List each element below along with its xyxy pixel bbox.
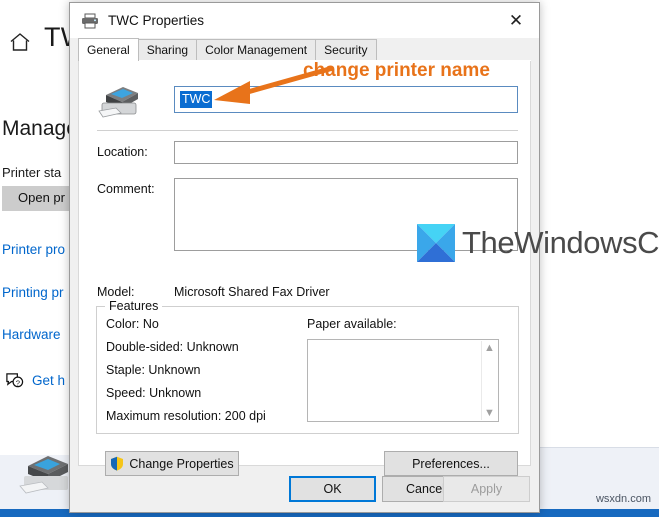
background-manage-heading: Manage: [2, 117, 78, 140]
svg-text:?: ?: [16, 378, 20, 387]
background-link-hardware[interactable]: Hardware: [2, 327, 61, 342]
feature-staple: Staple: Unknown: [106, 363, 201, 377]
paper-available-list[interactable]: ▲ ▼: [307, 339, 499, 422]
model-value: Microsoft Shared Fax Driver: [174, 285, 330, 299]
location-label: Location:: [97, 145, 148, 159]
divider: [97, 130, 518, 131]
printer-name-input[interactable]: TWC: [174, 86, 518, 113]
feature-speed: Speed: Unknown: [106, 386, 202, 400]
chevron-down-icon[interactable]: ▼: [484, 408, 495, 419]
feature-double-sided: Double-sided: Unknown: [106, 340, 239, 354]
feature-color: Color: No: [106, 317, 159, 331]
apply-button: Apply: [443, 476, 530, 502]
feature-maximum-resolution: Maximum resolution: 200 dpi: [106, 409, 266, 423]
printer-properties-dialog: TWC Properties ✕ General Sharing Color M…: [69, 2, 540, 513]
tab-sharing[interactable]: Sharing: [137, 39, 198, 61]
printer-name-value: TWC: [180, 91, 213, 108]
background-link-get-help[interactable]: Get h: [32, 373, 65, 388]
location-input[interactable]: [174, 141, 518, 164]
background-link-printer-properties[interactable]: Printer pro: [2, 242, 65, 257]
chevron-up-icon[interactable]: ▲: [484, 343, 495, 354]
comment-input[interactable]: [174, 178, 518, 251]
help-chat-icon: ?: [6, 373, 24, 388]
printer-icon: [82, 13, 98, 28]
model-label: Model:: [97, 285, 135, 299]
dialog-titlebar: TWC Properties ✕: [70, 3, 539, 38]
ok-button[interactable]: OK: [289, 476, 376, 502]
dialog-footer: OK Cancel Apply: [70, 466, 539, 512]
wsxdn-watermark: wsxdn.com: [595, 493, 651, 505]
features-title: Features: [105, 299, 163, 313]
general-tab-page: TWC Location: Comment: Model: Microsoft …: [78, 61, 531, 476]
close-icon[interactable]: ✕: [493, 3, 539, 38]
background-printer-status-label: Printer sta: [2, 165, 62, 180]
screenshot-root: TW Manage Printer sta Open pr Printer pr…: [0, 0, 659, 517]
dialog-title: TWC Properties: [108, 13, 205, 28]
home-icon[interactable]: [8, 30, 32, 54]
fax-printer-icon: [98, 87, 138, 118]
printer-illustration-icon: [19, 456, 68, 494]
comment-label: Comment:: [97, 182, 155, 196]
tab-security[interactable]: Security: [315, 39, 377, 61]
tab-general[interactable]: General: [78, 38, 139, 61]
dialog-tabstrip: General Sharing Color Management Securit…: [70, 38, 539, 61]
paper-list-scrollbar[interactable]: ▲ ▼: [481, 341, 497, 420]
tab-color-management[interactable]: Color Management: [196, 39, 317, 61]
paper-available-label: Paper available:: [307, 317, 397, 331]
background-link-printing-preferences[interactable]: Printing pr: [2, 285, 64, 300]
